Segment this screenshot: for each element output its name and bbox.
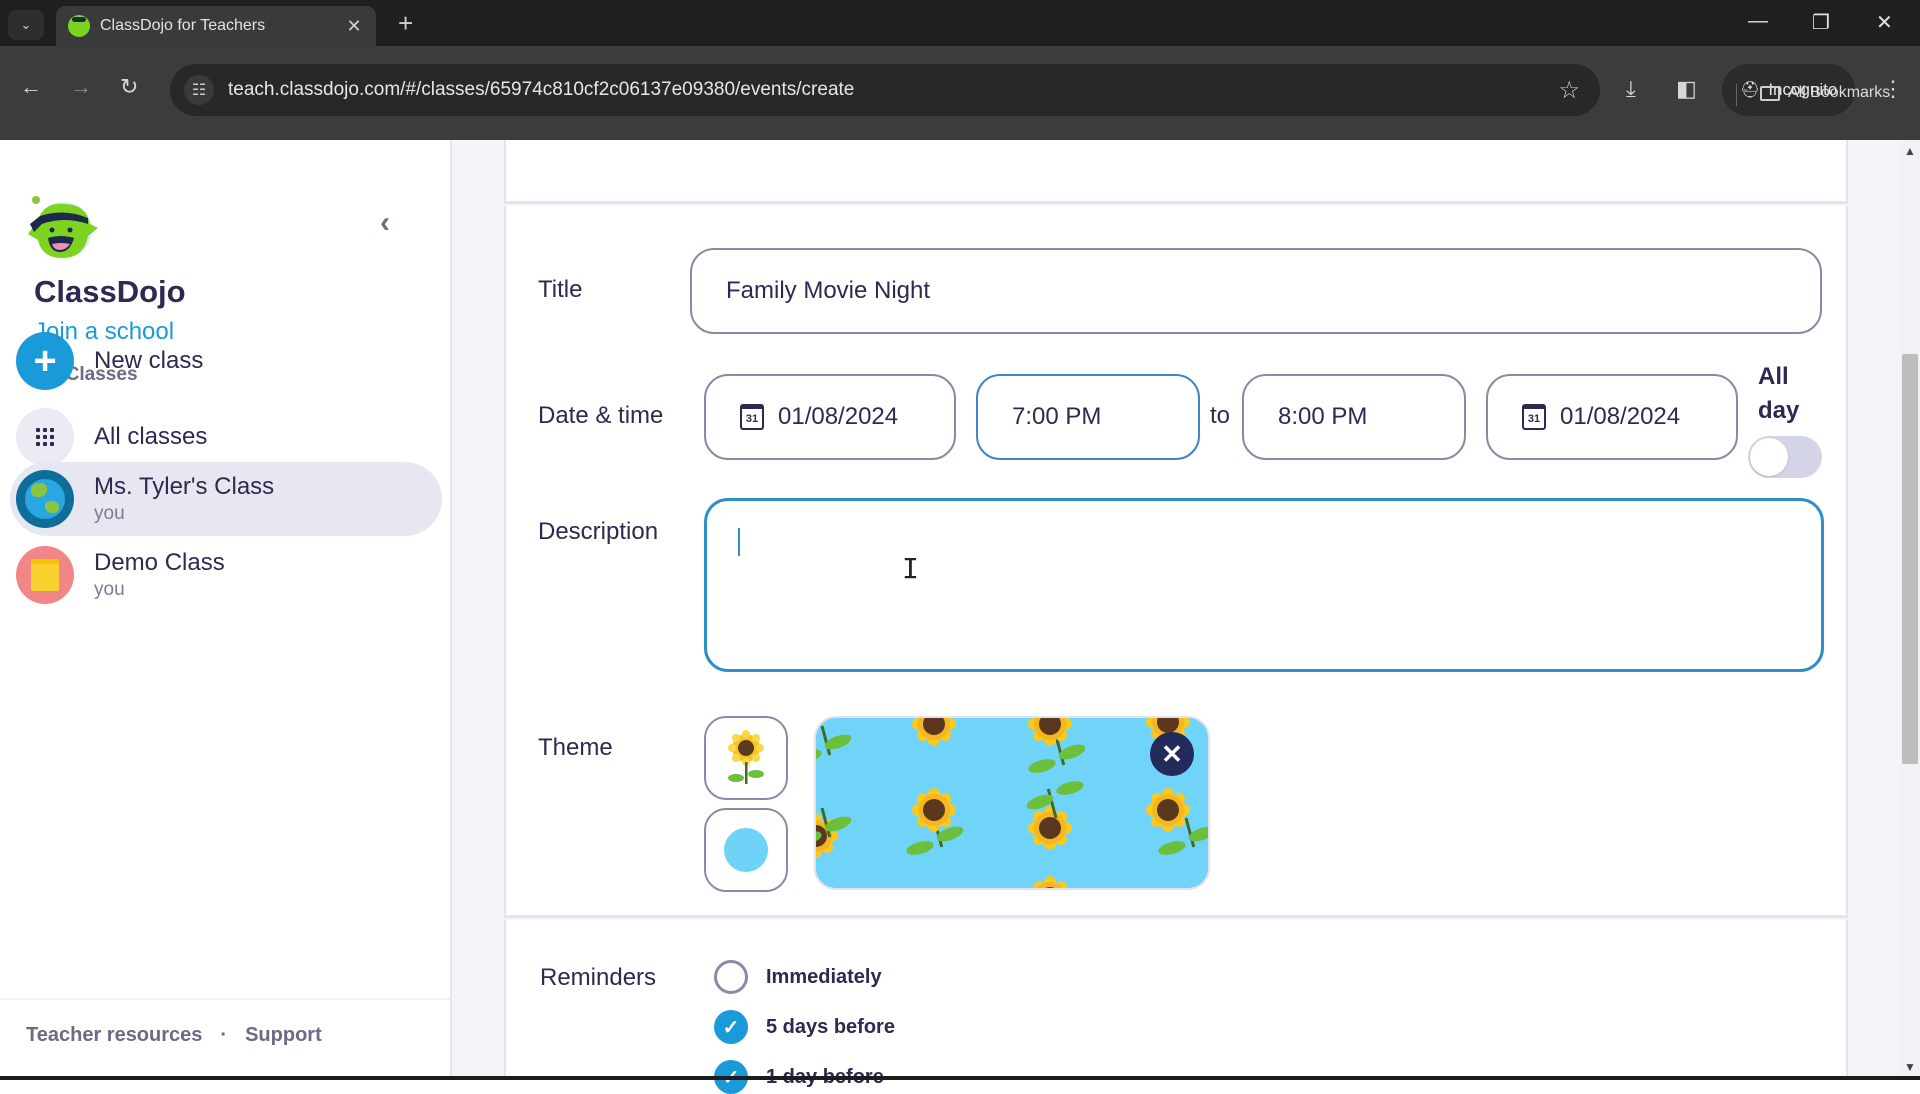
all-day-label: All day — [1758, 363, 1800, 424]
to-label: to — [1210, 402, 1231, 429]
theme-option-sunflower[interactable] — [704, 716, 788, 800]
end-time-input[interactable]: 8:00 PM — [1242, 374, 1466, 460]
all-bookmarks-label: All Bookmarks — [1788, 84, 1891, 101]
footer-divider — [0, 998, 450, 1000]
classdojo-logo-icon — [28, 196, 98, 258]
remove-theme-button[interactable]: ✕ — [1150, 732, 1194, 776]
theme-option-solid-blue[interactable] — [704, 808, 788, 892]
teacher-resources-link[interactable]: Teacher resources — [26, 1024, 202, 1047]
calendar-icon: 31 — [740, 404, 764, 430]
browser-tab[interactable]: ClassDojo for Teachers ✕ — [56, 6, 376, 46]
brand-name: ClassDojo — [34, 274, 186, 309]
unchecked-circle-icon[interactable] — [714, 960, 748, 994]
bookmarks-separator — [1736, 84, 1737, 106]
reload-button[interactable]: ↻ — [120, 74, 138, 100]
start-date-value: 01/08/2024 — [778, 403, 899, 430]
blue-color-swatch — [724, 828, 768, 872]
end-date-input[interactable]: 31 01/08/2024 — [1486, 374, 1738, 460]
scroll-down-arrow-icon[interactable]: ▼ — [1904, 1060, 1916, 1074]
card-header — [504, 140, 1848, 204]
star-icon[interactable]: ☆ — [1558, 76, 1580, 105]
sidebar-item-label: New class — [94, 347, 204, 374]
description-label: Description — [538, 518, 659, 545]
sunflower-pattern-image — [816, 718, 1208, 888]
grid-icon — [16, 408, 74, 466]
check-circle-icon[interactable]: ✓ — [714, 1010, 748, 1044]
sidebar-item-ms-tylers-class[interactable]: Ms. Tyler's Class you — [10, 462, 442, 536]
sidebar-item-owner: you — [94, 503, 125, 524]
plus-icon: + — [16, 332, 74, 390]
tab-search-button[interactable]: ⌄ — [8, 10, 44, 40]
back-button[interactable]: ← — [20, 74, 42, 100]
classdojo-favicon-icon — [68, 15, 90, 37]
sidebar-item-owner: you — [94, 579, 125, 600]
reminder-label: Immediately — [766, 965, 882, 988]
folder-icon — [1760, 85, 1780, 101]
sunflower-icon — [728, 730, 764, 784]
footer-separator: · — [220, 1024, 228, 1046]
tab-title: ClassDojo for Teachers — [100, 17, 266, 34]
notepad-icon — [16, 546, 74, 604]
sidebar-footer: Teacher resources · Support — [26, 1024, 322, 1047]
theme-label: Theme — [538, 734, 613, 761]
incognito-icon: ⛑ — [1740, 82, 1761, 99]
sidebar-item-demo-class[interactable]: Demo Class you — [10, 538, 442, 612]
restore-icon[interactable]: ❐ — [1812, 10, 1830, 35]
mouse-ibeam-cursor: I — [902, 552, 919, 585]
reminders-label: Reminders — [540, 964, 657, 991]
scrollbar-thumb[interactable] — [1902, 354, 1918, 764]
sidebar-item-label: Ms. Tyler's Class — [94, 473, 275, 500]
new-tab-button[interactable]: + — [398, 10, 413, 36]
globe-icon — [16, 470, 74, 528]
all-bookmarks-button[interactable]: All Bookmarks — [1760, 84, 1890, 102]
sidebar-item-new-class[interactable]: + New class — [10, 324, 442, 398]
start-date-input[interactable]: 31 01/08/2024 — [704, 374, 956, 460]
title-label: Title — [538, 276, 583, 303]
start-time-input[interactable]: 7:00 PM — [976, 374, 1200, 460]
all-day-toggle[interactable] — [1748, 436, 1822, 478]
start-time-value: 7:00 PM — [1012, 403, 1102, 430]
url-text[interactable]: teach.classdojo.com/#/classes/65974c810c… — [228, 79, 1558, 101]
title-input[interactable]: Family Movie Night — [690, 248, 1822, 334]
tune-icon[interactable]: ☷ — [184, 75, 214, 105]
sidebar-item-label: All classes — [94, 423, 208, 450]
reminder-option-immediately[interactable]: Immediately — [714, 960, 882, 994]
window-close-icon[interactable]: ✕ — [1876, 10, 1893, 35]
reminder-option-5-days[interactable]: ✓ 5 days before — [714, 1010, 895, 1044]
calendar-icon: 31 — [1522, 404, 1546, 430]
page-scrollbar[interactable]: ▲ ▼ — [1900, 140, 1920, 1080]
toggle-knob — [1750, 438, 1788, 476]
browser-tab-bar: ⌄ ClassDojo for Teachers ✕ + — ❐ ✕ — [0, 0, 1920, 46]
date-time-label: Date & time — [538, 402, 664, 429]
title-value: Family Movie Night — [726, 277, 931, 304]
sidebar: ClassDojo Join a school ‹ My Classes + N… — [0, 140, 452, 1080]
browser-toolbar: ← → ↻ ☷ teach.classdojo.com/#/classes/65… — [0, 46, 1920, 140]
reminder-label: 5 days before — [766, 1015, 895, 1038]
end-date-value: 01/08/2024 — [1560, 403, 1681, 430]
scroll-up-arrow-icon[interactable]: ▲ — [1904, 144, 1916, 158]
support-link[interactable]: Support — [245, 1024, 322, 1047]
chevron-down-icon: ⌄ — [20, 17, 32, 32]
collapse-sidebar-button[interactable]: ‹ — [380, 206, 390, 240]
taskbar-edge — [0, 1076, 1920, 1080]
end-time-value: 8:00 PM — [1278, 403, 1368, 430]
close-icon[interactable]: ✕ — [344, 16, 364, 37]
reminders-card — [504, 920, 1848, 1080]
side-panel-icon[interactable]: ◧ — [1676, 76, 1697, 102]
theme-preview — [814, 716, 1210, 890]
forward-button[interactable]: → — [70, 74, 92, 100]
sidebar-item-label: Demo Class — [94, 549, 225, 576]
minimize-icon[interactable]: — — [1748, 10, 1768, 33]
download-icon[interactable]: ⤓ — [1626, 76, 1636, 102]
description-input[interactable] — [704, 498, 1824, 672]
text-caret — [738, 528, 740, 556]
address-bar[interactable]: ☷ teach.classdojo.com/#/classes/65974c81… — [170, 64, 1600, 116]
